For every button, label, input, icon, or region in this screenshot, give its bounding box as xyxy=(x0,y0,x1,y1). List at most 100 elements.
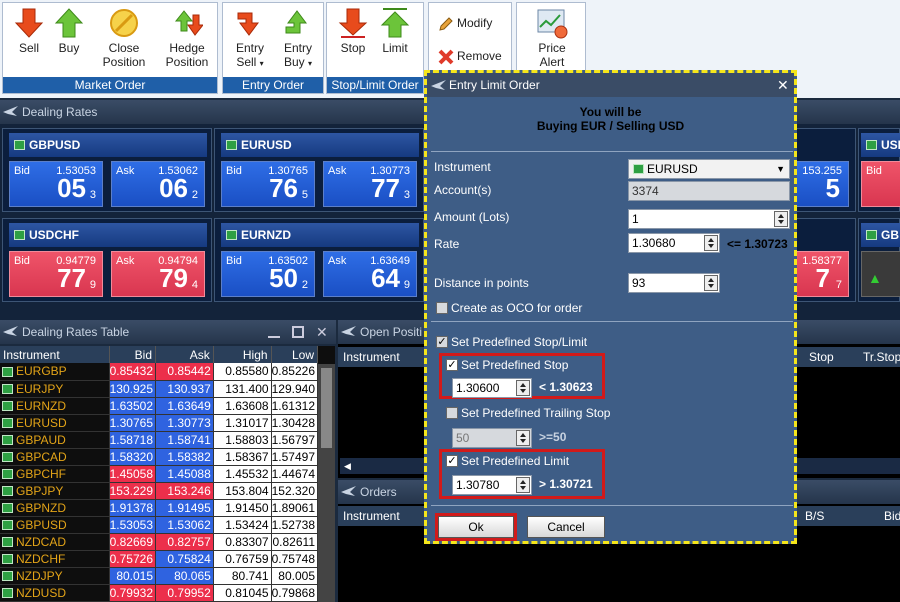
bid-cell: 0.75726 xyxy=(109,550,157,568)
bid-button[interactable]: Bid 0.94779 77 9 xyxy=(9,251,103,297)
stop-stepper[interactable] xyxy=(516,380,530,396)
buy-button[interactable]: Buy xyxy=(49,7,89,55)
instrument-cell: EURGBP xyxy=(0,363,110,381)
limit-label: Limit xyxy=(382,41,408,55)
limit-stepper[interactable] xyxy=(516,477,530,493)
scroll-left-icon[interactable]: ◀ xyxy=(340,461,351,471)
partial-box-dark[interactable]: ▲ xyxy=(861,251,900,297)
distance-stepper[interactable] xyxy=(704,275,718,291)
modify-button[interactable]: Modify xyxy=(437,15,492,33)
rate-field[interactable]: 1.30680 xyxy=(628,233,720,253)
trailing-stop-stepper[interactable] xyxy=(516,430,530,446)
minimize-icon[interactable] xyxy=(268,326,280,338)
bid-cell: 0.85432 xyxy=(109,363,157,381)
high-cell: 153.804 xyxy=(213,482,272,500)
col-header[interactable]: Bid xyxy=(109,346,157,363)
bid-big-figure: 77 xyxy=(57,263,86,293)
table-row[interactable]: GBPUSD 1.53053 1.53062 1.53424 1.52738 xyxy=(0,516,319,534)
table-row[interactable]: GBPJPY 153.229 153.246 153.804 152.320 xyxy=(0,482,319,500)
rates-table: Instrument Bid Ask High Low EURGBP 0.85432 0.8… xyxy=(0,346,319,602)
hedge-position-button[interactable]: Hedge Position xyxy=(157,7,217,69)
sell-button[interactable]: Sell xyxy=(9,7,49,55)
table-row[interactable]: NZDCAD 0.82669 0.82757 0.83307 0.82611 xyxy=(0,533,319,551)
table-row[interactable]: NZDCHF 0.75726 0.75824 0.76759 0.75748 xyxy=(0,550,319,568)
instrument-cell: GBPNZD xyxy=(0,499,110,517)
entry-buy-button[interactable]: Entry Buy ▾ xyxy=(275,7,321,71)
col-header[interactable]: Ask xyxy=(155,346,214,363)
partial-tile-4: GB ▲ xyxy=(858,218,900,302)
remove-button[interactable]: Remove xyxy=(437,48,502,66)
high-cell: 1.45532 xyxy=(213,465,272,483)
ask-cell: 1.30773 xyxy=(155,414,214,432)
amount-stepper[interactable] xyxy=(774,211,788,227)
cancel-button[interactable]: Cancel xyxy=(527,516,605,538)
distance-field[interactable]: 93 xyxy=(628,273,720,293)
oco-label: Create as OCO for order xyxy=(451,301,583,315)
table-row[interactable]: GBPAUD 1.58718 1.58741 1.58803 1.56797 xyxy=(0,431,319,449)
limit-button[interactable]: Limit xyxy=(375,7,415,55)
table-row[interactable]: EURNZD 1.63502 1.63649 1.63608 1.61312 xyxy=(0,397,319,415)
high-cell: 131.400 xyxy=(213,380,272,398)
bid-button[interactable]: Bid 1.53053 05 3 xyxy=(9,161,103,207)
partial-bid-box[interactable]: Bid xyxy=(861,161,900,207)
predefined-stop-limit-checkbox[interactable]: ✓ xyxy=(436,336,448,348)
trailing-stop-field[interactable]: 50 xyxy=(452,428,532,448)
ask-big-figure: 79 xyxy=(159,263,188,293)
price-alert-button[interactable]: Price Alert xyxy=(525,7,579,69)
flag-icon xyxy=(2,401,13,412)
col-header[interactable]: Instrument xyxy=(0,346,110,363)
ask-big-figure: 64 xyxy=(371,263,400,293)
col-header[interactable]: Low xyxy=(271,346,319,363)
table-row[interactable]: NZDUSD 0.79932 0.79952 0.81045 0.79868 xyxy=(0,584,319,602)
bid-button[interactable]: Bid 1.30765 76 5 xyxy=(221,161,315,207)
instrument-cell: GBPCHF xyxy=(0,465,110,483)
bid-cell: 1.58718 xyxy=(109,431,157,449)
dialog-close-icon[interactable]: ✕ xyxy=(777,73,789,97)
ask-button[interactable]: Ask 1.53062 06 2 xyxy=(111,161,205,207)
ask-label: Ask xyxy=(328,255,347,267)
ask-button[interactable]: Ask 0.94794 79 4 xyxy=(111,251,205,297)
predefined-stop-checkbox[interactable]: ✓ xyxy=(446,359,458,371)
partial-symbol: USI xyxy=(861,133,900,157)
table-row[interactable]: NZDJPY 80.015 80.065 80.741 80.005 xyxy=(0,567,319,585)
trailing-stop-checkbox[interactable] xyxy=(446,407,458,419)
stop-limit-group: Stop Limit Stop/Limit Order xyxy=(326,2,424,94)
instrument-select[interactable]: EURUSD ▼ xyxy=(628,159,790,179)
limit-field[interactable]: 1.30780 xyxy=(452,475,532,495)
close-position-button[interactable]: Close Position xyxy=(93,7,155,69)
table-row[interactable]: GBPNZD 1.91378 1.91495 1.91450 1.89061 xyxy=(0,499,319,517)
oco-checkbox[interactable] xyxy=(436,302,448,314)
table-row[interactable]: GBPCAD 1.58320 1.58382 1.58367 1.57497 xyxy=(0,448,319,466)
table-row[interactable]: EURUSD 1.30765 1.30773 1.31017 1.30428 xyxy=(0,414,319,432)
stop-field[interactable]: 1.30600 xyxy=(452,378,532,398)
entry-sell-button[interactable]: Entry Sell ▾ xyxy=(227,7,273,71)
eagle-logo-icon xyxy=(341,326,356,336)
eagle-logo-icon xyxy=(3,106,18,116)
rates-table-scrollbar[interactable] xyxy=(318,364,335,602)
entry-sell-label2: Sell ▾ xyxy=(236,55,264,69)
ask-cell: 130.937 xyxy=(155,380,214,398)
table-row[interactable]: EURGBP 0.85432 0.85442 0.85580 0.85226 xyxy=(0,363,319,381)
flag-icon xyxy=(2,452,13,463)
predefined-limit-checkbox[interactable]: ✓ xyxy=(446,455,458,467)
low-cell: 0.75748 xyxy=(271,550,319,568)
flag-icon xyxy=(2,367,13,378)
ask-cell: 0.75824 xyxy=(155,550,214,568)
col-header[interactable]: High xyxy=(213,346,272,363)
table-row[interactable]: GBPCHF 1.45058 1.45088 1.45532 1.44674 xyxy=(0,465,319,483)
ok-button[interactable]: Ok xyxy=(438,516,514,538)
trailing-stop-value: 50 xyxy=(456,431,470,445)
maximize-icon[interactable] xyxy=(292,326,304,338)
low-cell: 1.44674 xyxy=(271,465,319,483)
rate-stepper[interactable] xyxy=(704,235,718,251)
ask-button[interactable]: Ask 1.63649 64 9 xyxy=(323,251,417,297)
bid-cell: 0.82669 xyxy=(109,533,157,551)
scroll-thumb[interactable] xyxy=(321,368,332,448)
accounts-field[interactable]: 3374 xyxy=(628,181,790,201)
close-icon[interactable]: ✕ xyxy=(316,320,328,344)
bid-button[interactable]: Bid 1.63502 50 2 xyxy=(221,251,315,297)
ask-button[interactable]: Ask 1.30773 77 3 xyxy=(323,161,417,207)
stop-button[interactable]: Stop xyxy=(333,7,373,55)
amount-field[interactable]: 1 xyxy=(628,209,790,229)
table-row[interactable]: EURJPY 130.925 130.937 131.400 129.940 xyxy=(0,380,319,398)
